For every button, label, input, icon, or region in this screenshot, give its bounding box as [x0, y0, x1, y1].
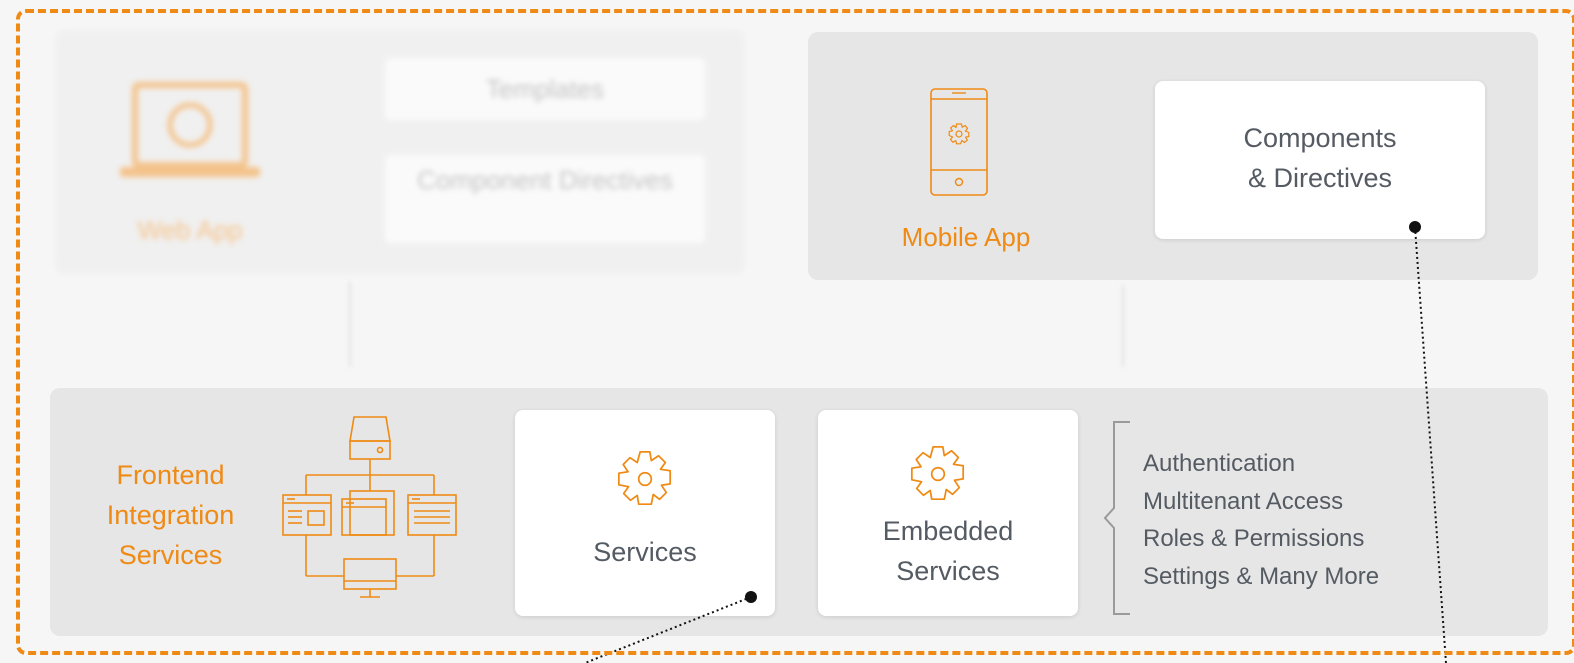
dashed-frame — [16, 9, 1574, 655]
diagram-stage: Web App Templates Component Directives M… — [0, 0, 1574, 663]
